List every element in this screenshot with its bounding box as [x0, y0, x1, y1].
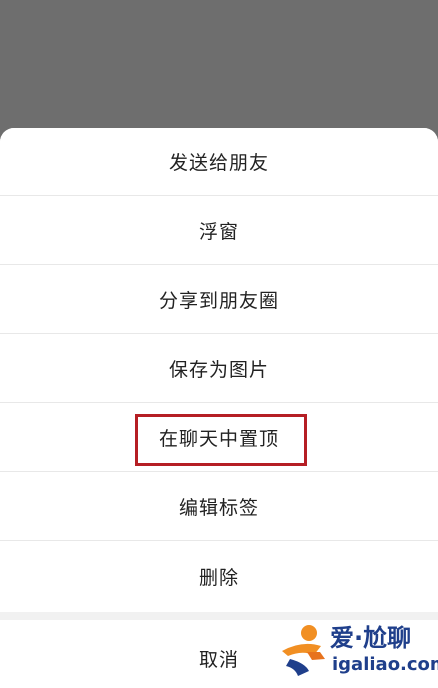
screen: 发送给朋友 浮窗 分享到朋友圈 保存为图片 在聊天中置顶 编辑标签 删除 取消: [0, 0, 438, 688]
menu-item-label: 在聊天中置顶: [158, 428, 279, 450]
cancel-label: 取消: [198, 648, 239, 671]
watermark-url: igaliao.com: [332, 654, 438, 675]
floating-window-button[interactable]: 浮窗: [0, 197, 438, 265]
save-as-image-button[interactable]: 保存为图片: [0, 335, 438, 403]
watermark-brand: 爱·尬聊: [330, 624, 412, 652]
menu-item-label: 分享到朋友圈: [158, 290, 279, 312]
edit-tags-button[interactable]: 编辑标签: [0, 473, 438, 541]
send-to-friend-button[interactable]: 发送给朋友: [0, 128, 438, 196]
delete-button[interactable]: 删除: [0, 542, 438, 610]
pin-to-top-in-chat-button[interactable]: 在聊天中置顶: [0, 404, 438, 472]
menu-item-label: 发送给朋友: [168, 152, 269, 174]
watermark: 爱·尬聊 igaliao.com: [276, 622, 438, 686]
menu-item-label: 浮窗: [198, 221, 239, 243]
runner-icon: [282, 625, 325, 676]
action-sheet: 发送给朋友 浮窗 分享到朋友圈 保存为图片 在聊天中置顶 编辑标签 删除 取消: [0, 128, 438, 688]
share-to-moments-button[interactable]: 分享到朋友圈: [0, 266, 438, 334]
menu-item-label: 编辑标签: [178, 497, 259, 519]
menu-item-label: 删除: [198, 566, 239, 589]
section-gap: [0, 612, 438, 620]
menu-item-label: 保存为图片: [168, 359, 269, 381]
